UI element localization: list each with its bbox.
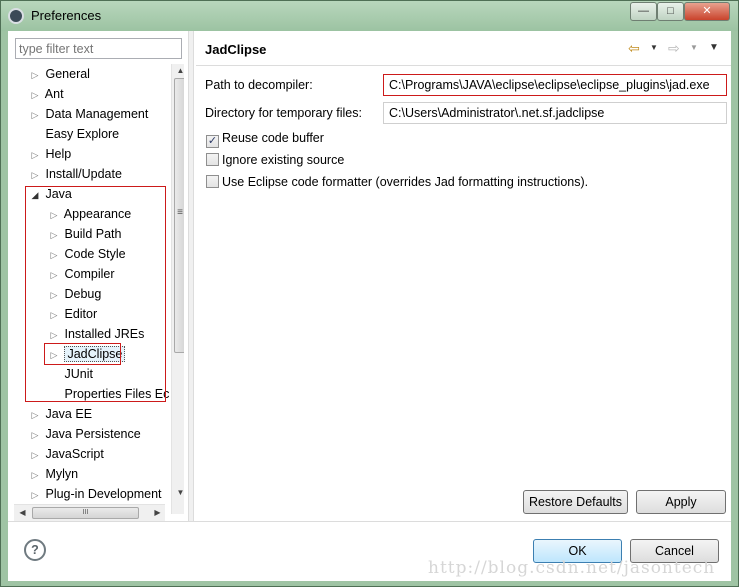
- expand-icon[interactable]: ▷: [28, 105, 42, 125]
- preferences-window: Preferences — □ ✕ ▷ General ▷ Ant ▷ Data…: [0, 0, 739, 587]
- expand-icon[interactable]: ▷: [28, 405, 42, 425]
- page-title: JadClipse: [205, 42, 267, 57]
- temp-directory-field[interactable]: C:\Users\Administrator\.net.sf.jadclipse: [383, 102, 727, 124]
- tree-item-easy-explore[interactable]: Easy Explore: [28, 124, 119, 144]
- help-icon[interactable]: ?: [24, 539, 46, 561]
- eclipse-icon: [8, 8, 24, 24]
- back-dropdown-icon[interactable]: ▼: [650, 43, 658, 52]
- title-separator: [196, 65, 731, 66]
- expand-icon[interactable]: ▷: [28, 145, 42, 165]
- scroll-down-icon[interactable]: ▼: [172, 488, 184, 497]
- vertical-scroll-thumb[interactable]: ≡: [174, 78, 184, 353]
- checkbox-label: Ignore existing source: [222, 153, 345, 167]
- tree-item-java-ee[interactable]: ▷ Java EE: [28, 404, 93, 425]
- jadclipse-highlight-box: [44, 343, 121, 365]
- maximize-button[interactable]: □: [657, 2, 684, 21]
- bottom-separator: [8, 521, 731, 522]
- use-eclipse-formatter-checkbox[interactable]: Use Eclipse code formatter (overrides Ja…: [206, 174, 588, 190]
- close-button[interactable]: ✕: [684, 2, 730, 21]
- expand-icon[interactable]: ▷: [28, 165, 42, 185]
- tree-item-install-update[interactable]: ▷ Install/Update: [28, 164, 122, 184]
- restore-defaults-button[interactable]: Restore Defaults: [523, 490, 628, 514]
- tree-item-label: Easy Explore: [45, 127, 120, 141]
- tree-item-label: Data Management: [45, 107, 149, 121]
- tree-item-label: JavaScript: [45, 447, 104, 461]
- apply-button[interactable]: Apply: [636, 490, 726, 514]
- minimize-button[interactable]: —: [630, 2, 657, 21]
- expand-icon[interactable]: ▷: [28, 465, 42, 485]
- tree-item-label: Ant: [44, 87, 64, 101]
- tree-item-javascript[interactable]: ▷ JavaScript: [28, 444, 104, 464]
- forward-dropdown-icon[interactable]: ▼: [690, 43, 698, 52]
- expand-icon[interactable]: ▷: [28, 445, 42, 465]
- tree-item-label: Help: [45, 147, 72, 161]
- ignore-existing-source-checkbox[interactable]: Ignore existing source: [206, 152, 344, 168]
- dialog-client-area: ▷ General ▷ Ant ▷ Data Management Easy E…: [8, 31, 731, 581]
- pane-splitter[interactable]: [188, 31, 194, 521]
- tree-horizontal-scrollbar[interactable]: ◀ III ▶: [14, 504, 165, 521]
- forward-arrow-icon[interactable]: ⇨: [668, 40, 680, 57]
- filter-input[interactable]: [15, 38, 182, 59]
- scroll-left-icon[interactable]: ◀: [14, 508, 31, 517]
- tree-item-label: Plug-in Development: [45, 487, 162, 501]
- checkbox-icon[interactable]: [206, 175, 219, 188]
- tree-item-label: General: [45, 67, 90, 81]
- horizontal-scroll-thumb[interactable]: III: [32, 507, 139, 519]
- tree-item-data-management[interactable]: ▷ Data Management: [28, 104, 149, 125]
- window-title: Preferences: [31, 8, 102, 23]
- expand-icon[interactable]: ▷: [28, 65, 42, 85]
- path-to-decompiler-field[interactable]: C:\Programs\JAVA\eclipse\eclipse\eclipse…: [383, 74, 727, 96]
- tree-item-mylyn[interactable]: ▷ Mylyn: [28, 464, 79, 485]
- checkbox-label: Reuse code buffer: [222, 131, 324, 145]
- java-highlight-box: [25, 186, 166, 402]
- tree-item-general[interactable]: ▷ General: [28, 64, 90, 84]
- scroll-right-icon[interactable]: ▶: [149, 508, 166, 517]
- tree-item-ant[interactable]: ▷ Ant: [28, 84, 64, 104]
- view-menu-icon[interactable]: ▼: [709, 42, 719, 53]
- tree-vertical-scrollbar[interactable]: ▲ ≡ ▼: [171, 64, 184, 514]
- tree-item-label: Install/Update: [45, 167, 122, 181]
- title-bar: Preferences — □ ✕: [1, 1, 738, 31]
- expand-icon[interactable]: ▷: [28, 425, 42, 445]
- expand-icon[interactable]: ▷: [28, 485, 42, 505]
- watermark-text: http://blog.csdn.net/jasontech: [428, 558, 716, 578]
- checkbox-checked-icon[interactable]: ✓: [206, 135, 219, 148]
- tree-item-plug-in-development[interactable]: ▷ Plug-in Development: [28, 484, 162, 504]
- tree-item-label: Java EE: [45, 407, 93, 421]
- scroll-up-icon[interactable]: ▲: [172, 66, 184, 75]
- reuse-code-buffer-checkbox[interactable]: ✓ Reuse code buffer: [206, 130, 324, 148]
- tree-item-label: Mylyn: [45, 467, 79, 481]
- path-to-decompiler-label: Path to decompiler:: [205, 78, 313, 92]
- back-arrow-icon[interactable]: ⇦: [628, 40, 640, 57]
- temp-directory-label: Directory for temporary files:: [205, 106, 362, 120]
- expand-icon[interactable]: ▷: [28, 85, 42, 105]
- checkbox-icon[interactable]: [206, 153, 219, 166]
- tree-item-help[interactable]: ▷ Help: [28, 144, 72, 165]
- tree-item-java-persistence[interactable]: ▷ Java Persistence: [28, 424, 141, 444]
- checkbox-label: Use Eclipse code formatter (overrides Ja…: [222, 175, 589, 189]
- tree-item-label: Java Persistence: [45, 427, 141, 441]
- grip-icon: ≡: [177, 207, 183, 218]
